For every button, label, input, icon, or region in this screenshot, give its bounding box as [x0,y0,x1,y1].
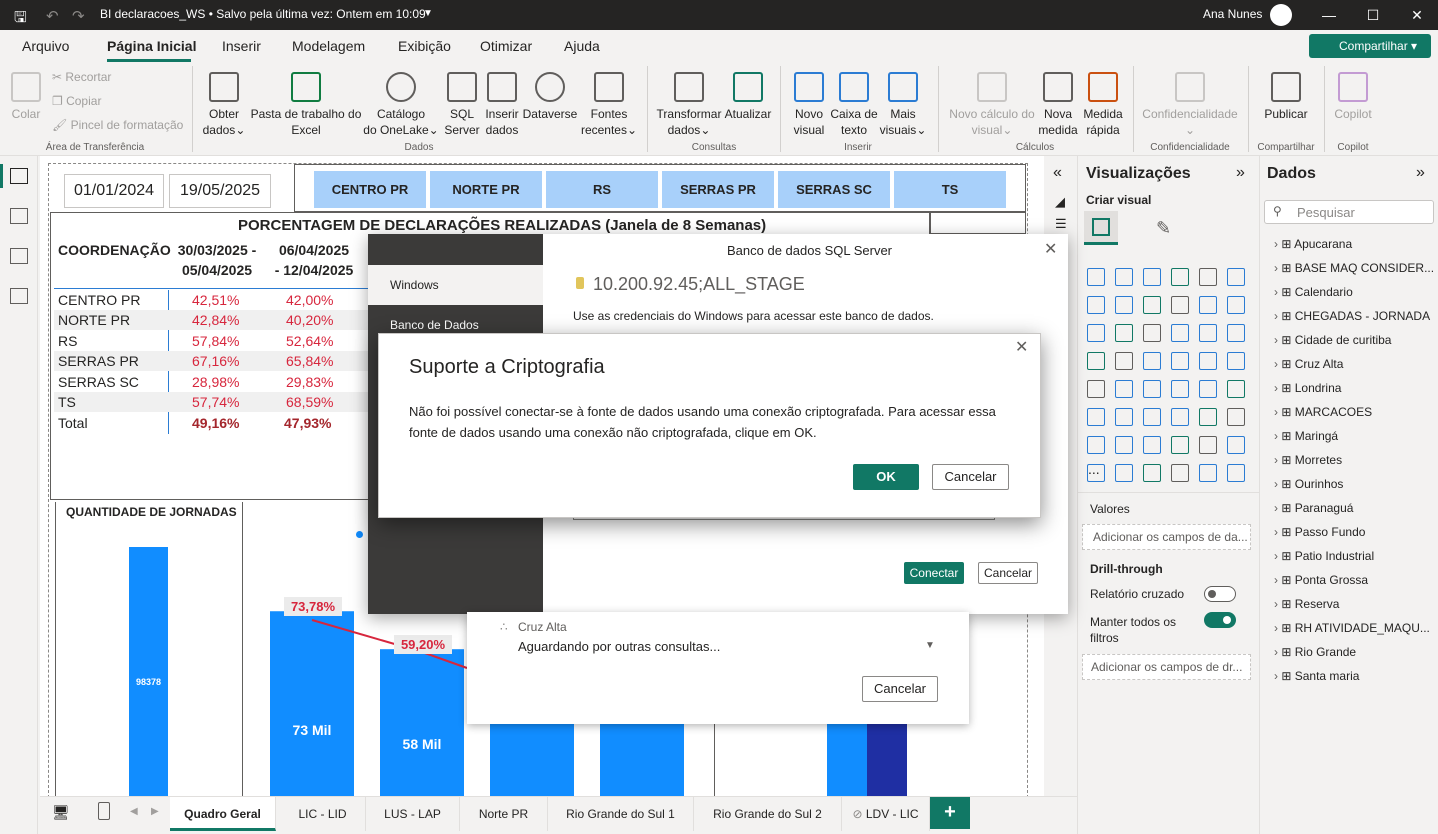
sql-cancel-button[interactable]: Cancelar [978,562,1038,584]
database-icon [576,277,584,289]
ok-button[interactable]: OK [853,464,919,490]
chart-bar-label: 98378 [136,677,161,687]
sql-dialog-title: Banco de dados SQL Server [727,243,893,258]
chart-bar[interactable] [129,547,168,796]
close-icon[interactable]: ✕ [1015,337,1028,357]
loading-cancel-button[interactable]: Cancelar [862,676,938,702]
chart-line-label: 73,78% [291,599,336,614]
spinner-icon: ∴ [500,620,508,634]
nav-item-database[interactable]: Banco de Dados [390,318,479,332]
sql-dialog-desc: Use as credenciais do Windows para acess… [573,309,934,323]
crypto-dialog-message: Não foi possível conectar-se à fonte de … [409,404,996,440]
chart-bar-label: 73 Mil [293,722,332,738]
crypto-cancel-button[interactable]: Cancelar [932,464,1009,490]
chart-bar[interactable] [270,611,354,796]
chart-bar-label: 58 Mil [403,736,442,752]
chart-line-label: 59,20% [401,637,446,652]
loading-item: Cruz Alta [518,620,567,634]
crypto-dialog-title: Suporte a Criptografia [409,356,605,378]
loading-status: Aguardando por outras consultas... [518,639,721,654]
chevron-down-icon[interactable]: ▼ [925,640,935,651]
server-name: 10.200.92.45;ALL_STAGE [593,274,805,294]
close-icon[interactable]: ✕ [1044,239,1057,259]
connect-button[interactable]: Conectar [904,562,964,584]
chart-bar[interactable] [380,649,464,796]
nav-item-windows-label: Windows [390,278,439,292]
